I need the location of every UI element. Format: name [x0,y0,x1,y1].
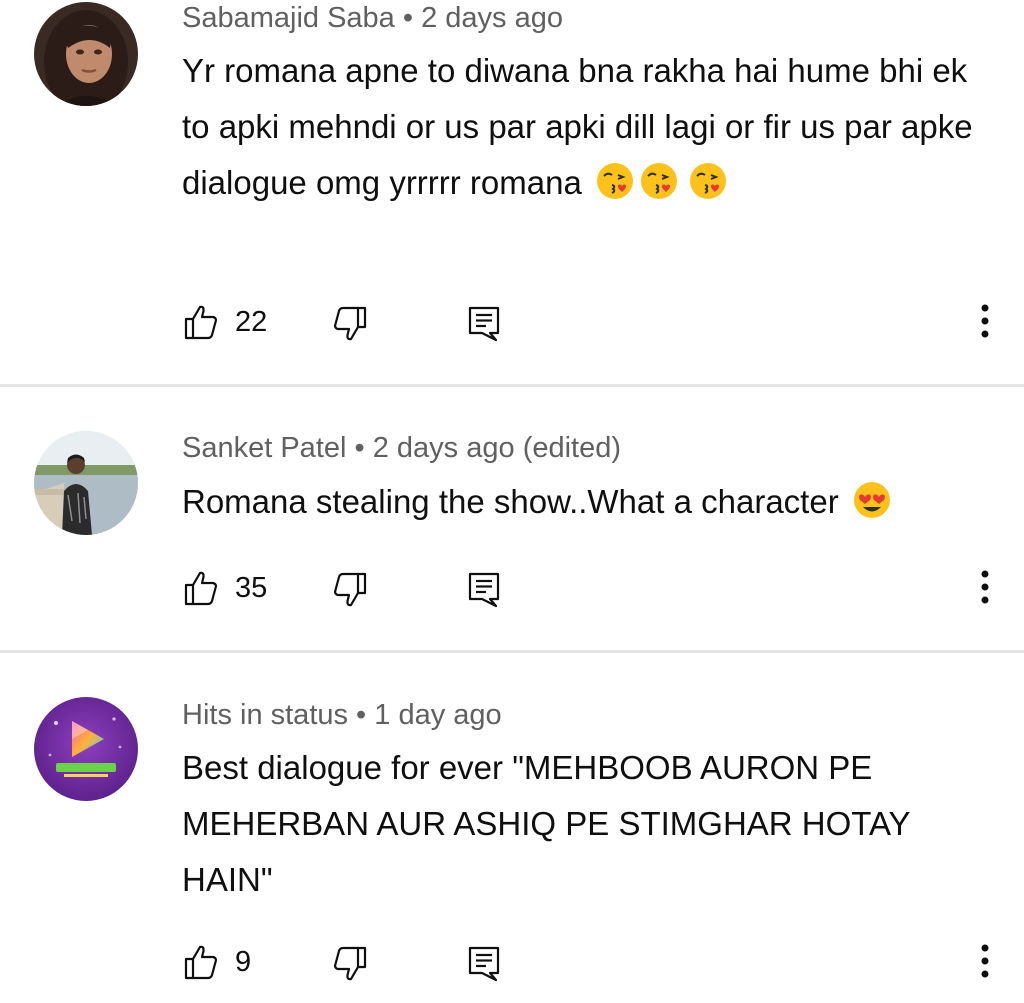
thumbs-down-icon [333,572,367,607]
dislike-button[interactable] [331,946,367,982]
thumbs-down-icon [333,946,367,981]
more-options-button[interactable] [972,566,998,608]
like-button[interactable] [184,304,218,340]
thumbs-down-icon [333,306,367,341]
face-blowing-kiss-emoji [639,161,679,201]
avatar[interactable] [34,431,138,535]
more-options-button[interactable] [972,300,998,342]
comment-text: Yr romana apne to diwana bna rakha hai h… [182,43,982,211]
more-vert-icon [981,944,989,978]
like-count: 22 [235,306,268,338]
thumbs-up-icon [184,945,218,980]
thumbs-up-icon [184,305,218,340]
reply-icon [468,572,500,608]
meta-separator: • [394,2,422,34]
comment-time[interactable]: 2 days ago [373,432,515,464]
avatar[interactable] [34,697,138,801]
reply-icon [468,306,500,342]
reply-button[interactable] [468,306,500,342]
comment-time[interactable]: 2 days ago [421,2,563,34]
comment-item: Sabamajid Saba • 2 days ago Yr romana ap… [0,0,1024,385]
more-vert-icon [981,304,989,338]
reply-button[interactable] [468,946,500,982]
like-count: 35 [235,572,268,604]
comment-author[interactable]: Hits in status [182,699,348,731]
dislike-button[interactable] [331,572,367,608]
reply-button[interactable] [468,572,500,608]
like-button[interactable] [184,570,218,606]
comment-actions: 9 [0,940,1024,990]
meta-separator: • [346,432,373,464]
comment-item: Sanket Patel • 2 days ago (edited) Roman… [0,388,1024,651]
like-button[interactable] [184,944,218,980]
face-blowing-kiss-emoji [595,161,635,201]
comment-item: Hits in status • 1 day ago Best dialogue… [0,654,1024,1003]
comment-text: Romana stealing the show..What a charact… [182,474,982,530]
comment-author[interactable]: Sabamajid Saba [182,2,395,34]
comment-text-content: Romana stealing the show..What a charact… [182,483,839,520]
edited-label: (edited) [522,432,622,464]
like-count: 9 [235,946,252,978]
avatar[interactable] [34,2,138,106]
comment-text-content: Best dialogue for ever "MEHBOOB AURON PE… [182,749,910,898]
comment-meta: Sanket Patel • 2 days ago (edited) [182,432,621,465]
dislike-button[interactable] [331,306,367,342]
comment-actions: 35 [0,566,1024,616]
comment-actions: 22 [0,300,1024,350]
comment-text: Best dialogue for ever "MEHBOOB AURON PE… [182,740,972,908]
comment-author[interactable]: Sanket Patel [182,432,346,464]
comment-meta: Sabamajid Saba • 2 days ago [182,2,563,35]
reply-icon [468,946,500,982]
heart-eyes-emoji [852,480,892,520]
more-vert-icon [981,570,989,604]
comment-text-content: Yr romana apne to diwana bna rakha hai h… [182,52,973,201]
comment-time[interactable]: 1 day ago [374,699,501,731]
more-options-button[interactable] [972,940,998,982]
comment-meta: Hits in status • 1 day ago [182,699,502,732]
thumbs-up-icon [184,571,218,606]
meta-separator: • [348,699,375,731]
face-blowing-kiss-emoji [688,161,728,201]
